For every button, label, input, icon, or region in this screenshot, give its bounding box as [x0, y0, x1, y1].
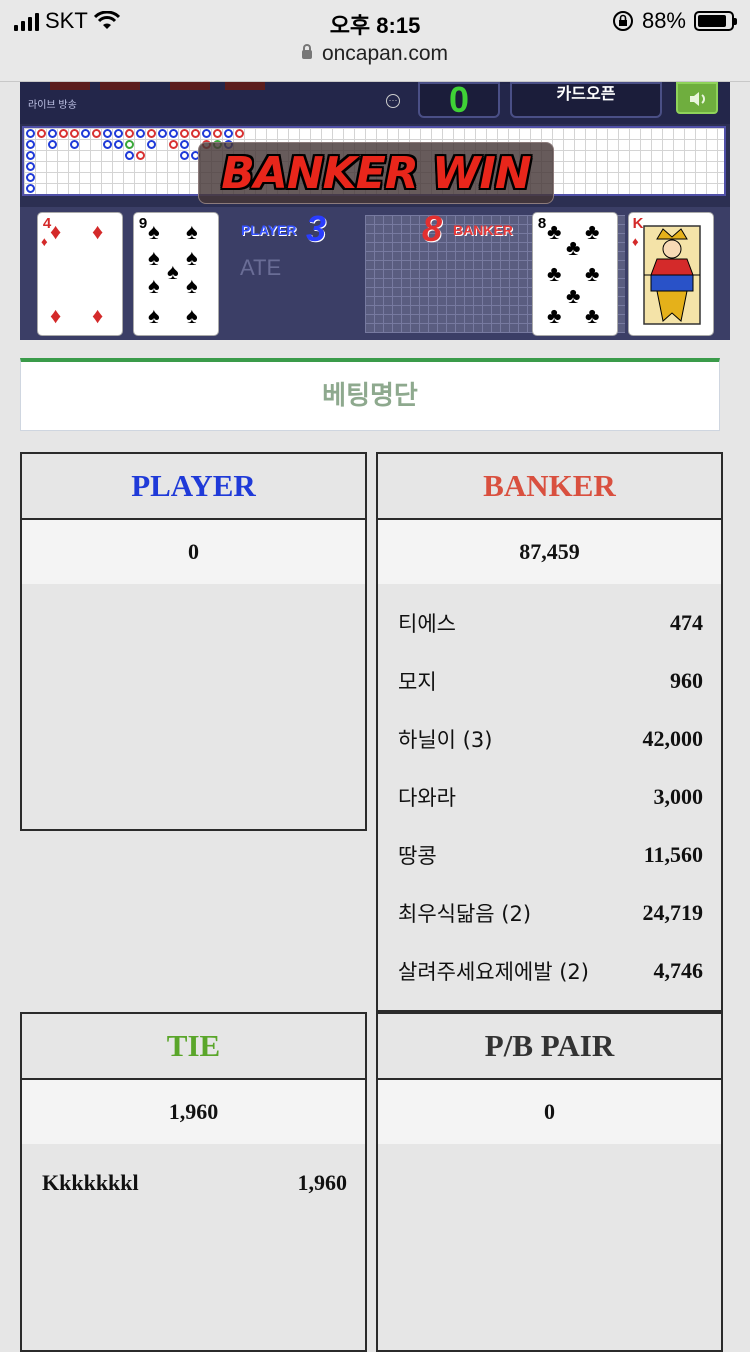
king-face-icon — [643, 225, 701, 325]
pair-bets-total: 0 — [378, 1080, 721, 1144]
bead-marker — [180, 151, 189, 160]
battery-percent: 88% — [641, 8, 686, 33]
bead-marker — [114, 129, 123, 138]
battery-icon — [694, 11, 737, 31]
bead-marker — [70, 140, 79, 149]
list-item: 땅콩 11,560 — [398, 842, 703, 868]
lower-scoreboard: ATE — [20, 207, 730, 340]
result-banner: BANKER WIN — [198, 142, 554, 204]
background-watermark: ATE — [240, 255, 282, 280]
rotation-lock-icon — [612, 11, 633, 31]
card-open-button[interactable]: 카드오픈 — [510, 82, 662, 118]
list-item: 모지 960 — [398, 668, 703, 694]
bead-marker — [125, 129, 134, 138]
bead-marker — [114, 140, 123, 149]
player-card-1: 4 ♦ ♦ ♦ ♦ ♦ — [37, 212, 123, 336]
bead-marker — [103, 140, 112, 149]
bead-marker — [136, 151, 145, 160]
bead-marker — [169, 140, 178, 149]
url-text: oncapan.com — [321, 42, 449, 65]
tie-bets-total: 1,960 — [22, 1080, 365, 1144]
list-item: 하닐이 (3) 42,000 — [398, 726, 703, 752]
tie-bets-list: Kkkkkkkl 1,960 — [22, 1144, 365, 1212]
banker-bets-list: 티에스 474 모지 960 하닐이 (3) 42,000 다와라 3,000 땅콩 11… — [378, 584, 721, 1000]
bead-marker — [147, 140, 156, 149]
pair-bets-panel: P/B PAIR 0 — [376, 1012, 723, 1352]
player-hand-label: PLAYER — [241, 222, 297, 238]
game-top-bar: 라이브 방송 ··· 0 카드오픈 — [20, 82, 730, 124]
list-item: 다와라 3,000 — [398, 784, 703, 810]
bead-marker — [224, 129, 233, 138]
tie-bets-panel: TIE 1,960 Kkkkkkkl 1,960 — [20, 1012, 367, 1352]
bead-marker — [125, 151, 134, 160]
address-bar[interactable]: oncapan.com — [0, 40, 750, 82]
banker-card-2: K ♦ — [628, 212, 714, 336]
lock-icon — [301, 43, 312, 59]
betting-list-title: 베팅명단 — [322, 380, 418, 410]
speaker-icon — [690, 92, 705, 106]
betting-list-header: 베팅명단 — [20, 358, 720, 431]
player-bets-total: 0 — [22, 520, 365, 584]
bead-marker — [48, 129, 57, 138]
pair-bets-list — [378, 1144, 721, 1154]
bead-marker — [191, 129, 200, 138]
bead-marker — [26, 162, 35, 171]
bead-marker — [92, 129, 101, 138]
banker-bets-total: 87,459 — [378, 520, 721, 584]
list-item: 티에스 474 — [398, 610, 703, 636]
list-item: 최우식닮음 (2) 24,719 — [398, 900, 703, 926]
bead-marker — [180, 140, 189, 149]
bead-marker — [147, 129, 156, 138]
more-icon[interactable]: ··· — [386, 94, 400, 108]
tie-bets-title: TIE — [22, 1014, 365, 1080]
sound-toggle-button[interactable] — [676, 82, 718, 114]
bead-marker — [48, 140, 57, 149]
bead-marker — [26, 184, 35, 193]
list-item: Kkkkkkkl 1,960 — [42, 1170, 347, 1195]
banker-card-1: 8 ♣ ♣ ♣ ♣ ♣ ♣ ♣ ♣ — [532, 212, 618, 336]
player-card-2: 9 ♠ ♠ ♠ ♠ ♠ ♠ ♠ ♠ ♠ — [133, 212, 219, 336]
bead-marker — [26, 151, 35, 160]
pair-bets-title: P/B PAIR — [378, 1014, 721, 1080]
bead-marker — [202, 129, 211, 138]
player-bets-panel: PLAYER 0 — [20, 452, 367, 831]
bead-marker — [103, 129, 112, 138]
bead-marker — [26, 140, 35, 149]
player-score: 3 — [306, 208, 327, 249]
bead-marker — [136, 129, 145, 138]
result-text: BANKER WIN — [221, 148, 532, 199]
list-item: 살려주세요제에발 (2) 4,746 — [398, 958, 703, 984]
round-counter: 0 — [418, 82, 500, 118]
status-bar: SKT 오후 8:15 88% — [0, 0, 750, 40]
bead-marker — [37, 129, 46, 138]
bead-marker — [213, 129, 222, 138]
bead-marker — [70, 129, 79, 138]
bead-marker — [180, 129, 189, 138]
bead-marker — [81, 129, 90, 138]
bead-marker — [59, 129, 68, 138]
bead-marker — [26, 129, 35, 138]
bead-marker — [235, 129, 244, 138]
banker-score: 8 — [422, 208, 443, 249]
banker-bets-title: BANKER — [378, 454, 721, 520]
banker-hand-label: BANKER — [453, 222, 513, 238]
bead-marker — [169, 129, 178, 138]
banker-bets-panel: BANKER 87,459 티에스 474 모지 960 하닐이 (3) 42,000… — [376, 452, 723, 1012]
bead-marker — [158, 129, 167, 138]
baccarat-game-view: 라이브 방송 ··· 0 카드오픈 ATE 4 ♦ ♦ ♦ ♦ ♦ 9 ♠ ♠ … — [20, 82, 730, 340]
live-broadcast-label: 라이브 방송 — [28, 100, 77, 111]
player-bets-title: PLAYER — [22, 454, 365, 520]
player-bets-list — [22, 584, 365, 594]
bead-marker — [125, 140, 134, 149]
bead-marker — [26, 173, 35, 182]
